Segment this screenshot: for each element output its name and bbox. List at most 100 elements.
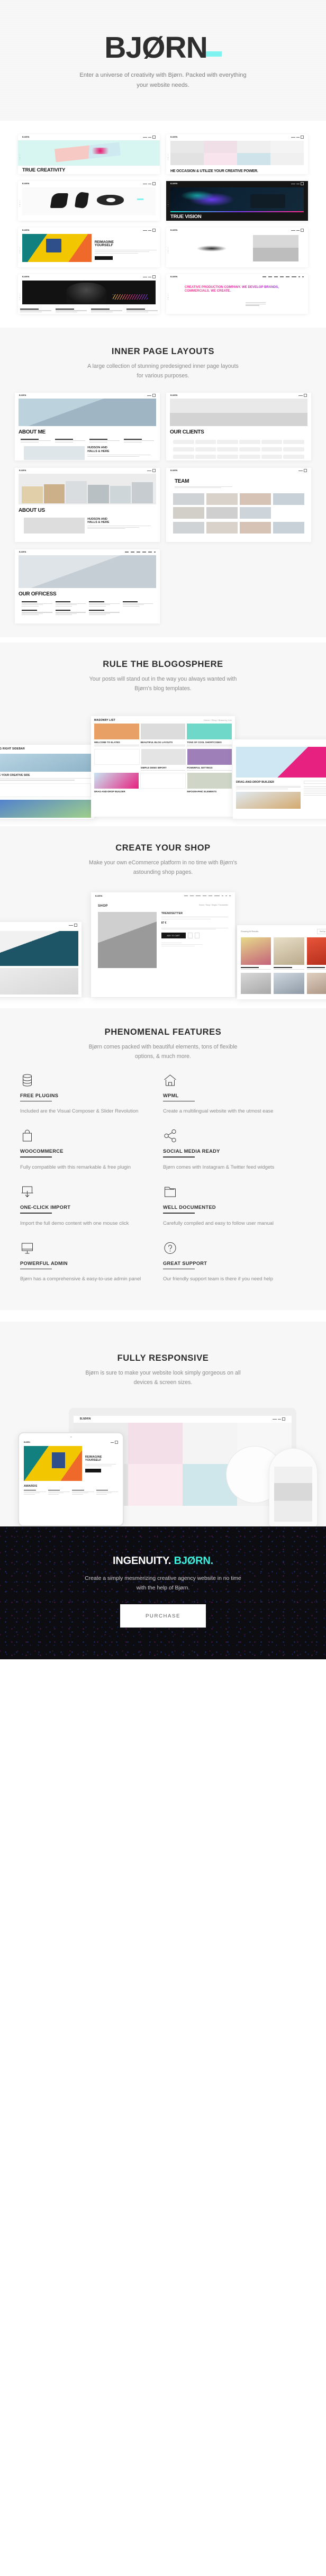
inner-page-heading: TEAM xyxy=(175,478,189,484)
feature-underline xyxy=(163,1213,195,1214)
demo-card[interactable]: BJØRN TRUE VISION xyxy=(166,180,308,221)
blog-sheet-right[interactable]: DRAG-AND-DROP BUILDER xyxy=(233,739,326,819)
camera-icon xyxy=(70,1436,72,1438)
hamburger-icon[interactable] xyxy=(291,182,304,186)
demo-topbar: BJØRN xyxy=(18,274,160,280)
tablet-logo: BJØRN xyxy=(24,1441,30,1444)
feature-title: WPML xyxy=(163,1092,179,1098)
product-thumb[interactable] xyxy=(274,937,304,965)
hamburger-icon[interactable] xyxy=(147,394,156,397)
cta-subtitle: Create a simply mesmerizing creative age… xyxy=(85,1575,241,1591)
features-grid: FREE PLUGINS Included are the Visual Com… xyxy=(0,1073,326,1284)
sort-select[interactable]: Sort by Newest xyxy=(317,928,326,934)
cta-title: INGENUITY. BJØRN. xyxy=(0,1555,326,1567)
feature-underline xyxy=(20,1268,52,1270)
product-thumb[interactable] xyxy=(306,937,326,965)
inner-page-card[interactable]: BJØRN OUR CLIENTS xyxy=(166,392,311,460)
demo-preview: TRUE VISION xyxy=(166,187,308,221)
blog-sheet-left[interactable]: BLOG RIGHT SIDEBAR FREE YOUR CREATIVE SI… xyxy=(0,744,94,819)
inner-page-card[interactable]: BJØRN TEAM xyxy=(166,467,311,542)
demo-topbar: BJØRN xyxy=(166,274,308,280)
product-thumb[interactable] xyxy=(241,972,271,994)
add-to-cart-button[interactable]: ADD TO CART xyxy=(161,933,186,939)
hamburger-icon[interactable] xyxy=(273,1417,285,1421)
demo-logo: BJØRN xyxy=(19,394,26,397)
product-thumb[interactable] xyxy=(241,937,271,965)
section-header: INNER PAGE LAYOUTS A large collection of… xyxy=(0,347,326,381)
feature-title: POWERFUL ADMIN xyxy=(20,1260,68,1266)
demo-preview: CREATIVE PRODUCTION COMPANY. WE DEVELOP … xyxy=(166,280,308,314)
feature-description: Create a multilingual website with the u… xyxy=(163,1108,274,1114)
hamburger-icon[interactable] xyxy=(143,135,156,139)
card-hero-image xyxy=(19,555,156,588)
product-thumb[interactable] xyxy=(274,972,304,994)
inner-page-card[interactable]: BJØRN ABOUT ME HUDSON AND HALLS & HERE xyxy=(15,392,160,460)
quantity-stepper[interactable] xyxy=(187,933,193,939)
hamburger-icon[interactable] xyxy=(291,229,304,232)
database-icon xyxy=(20,1073,163,1087)
hero-subtitle: Enter a universe of creativity with Bjør… xyxy=(79,72,247,89)
blog-sheet-center[interactable]: MASONRY LIST Home / Blog / Masonry List … xyxy=(91,716,235,817)
demo-logo: BJØRN xyxy=(22,276,30,278)
feature-item: POWERFUL ADMIN Bjørn has a comprehensive… xyxy=(20,1241,163,1284)
feature-underline xyxy=(163,1156,195,1158)
read-more-button[interactable] xyxy=(85,1469,101,1473)
shop-page-label: SHOP xyxy=(98,903,108,908)
hamburger-icon[interactable] xyxy=(291,135,304,139)
demo-card[interactable]: BJØRN TRUE CREATIVITY xyxy=(18,134,160,174)
shop-sheet-right[interactable]: Showing All Results Sort by Newest xyxy=(237,925,326,999)
demo-logo: BJØRN xyxy=(170,136,178,139)
blog-post-title: INFOGRAPHIC ELEMENTS xyxy=(187,790,217,793)
demo-art xyxy=(170,140,304,165)
demo-card[interactable]: BJØRN REIMAGINE YOURSELF xyxy=(18,227,160,267)
feature-description: Carefully compiled and easy to follow us… xyxy=(163,1219,274,1226)
tablet-mockup: BJØRN REIMAGINE YOURSELF AWARDS xyxy=(18,1432,124,1526)
shop-sheet-center[interactable]: BJØRN SHOP Home / Shop / Single / Trends… xyxy=(91,892,235,997)
purchase-button[interactable]: PURCHASE xyxy=(120,1604,206,1628)
product-price: 87 € xyxy=(161,921,167,925)
hamburger-icon[interactable] xyxy=(147,469,156,473)
question-circle-icon xyxy=(163,1241,306,1255)
demo-art xyxy=(18,140,160,166)
logo-cursor-icon xyxy=(205,51,222,57)
feature-title: SOCIAL MEDIA READY xyxy=(163,1149,220,1154)
demo-art xyxy=(170,187,304,212)
hamburger-icon[interactable] xyxy=(69,924,77,927)
demo-logo: BJØRN xyxy=(22,229,30,232)
inner-page-card[interactable]: BJØRN OUR OFFICESS xyxy=(15,549,160,623)
demo-nav-menu[interactable] xyxy=(262,276,304,277)
awards-grid xyxy=(24,1489,118,1495)
demo-card[interactable]: BJØRN xyxy=(166,227,308,267)
demo-card[interactable]: BJØRN CREATIVE PRODUCTION COMPANY. WE DE… xyxy=(166,274,308,314)
product-image[interactable] xyxy=(98,911,157,968)
blog-post-title: DRAG-AND-DROP BUILDER xyxy=(236,780,275,784)
demo-art xyxy=(22,187,156,215)
cta-title-main: INGENUITY. xyxy=(113,1554,171,1567)
demo-logo: BJØRN xyxy=(22,136,30,139)
blog-sheet-label: BLOG RIGHT SIDEBAR xyxy=(0,747,25,751)
hamburger-icon[interactable] xyxy=(298,469,307,473)
hamburger-icon[interactable] xyxy=(143,182,156,186)
demo-card[interactable]: BJØRN xyxy=(166,134,308,174)
card-hero-image xyxy=(19,398,156,426)
inner-page-card[interactable]: BJØRN ABOUT US HUDSON AND HALLS & HERE xyxy=(15,467,160,542)
shop-sheet-left[interactable] xyxy=(0,921,82,997)
product-thumb[interactable] xyxy=(306,972,326,994)
hamburger-icon[interactable] xyxy=(143,229,156,232)
hamburger-icon[interactable] xyxy=(298,394,307,397)
wishlist-button[interactable] xyxy=(194,933,200,939)
demo-topbar: BJØRN xyxy=(166,228,308,233)
feature-underline xyxy=(20,1100,52,1102)
hero-section: BJØRN Enter a universe of creativity wit… xyxy=(0,0,326,121)
demo-preview: REIMAGINE YOURSELF xyxy=(18,233,160,267)
blog-collage: BLOG RIGHT SIDEBAR FREE YOUR CREATIVE SI… xyxy=(0,706,326,819)
hamburger-icon[interactable] xyxy=(143,275,156,279)
demo-card[interactable]: BJØRN xyxy=(18,274,160,314)
section-divider xyxy=(0,997,326,1008)
section-header: RULE THE BLOGOSPHERE Your posts will sta… xyxy=(0,659,326,694)
feature-title: FREE PLUGINS xyxy=(20,1092,59,1098)
demo-card[interactable]: BJØRN xyxy=(18,180,160,221)
demo-logo: BJØRN xyxy=(170,276,178,278)
demo-logo: BJØRN xyxy=(170,394,178,397)
hamburger-icon[interactable] xyxy=(111,1441,118,1444)
